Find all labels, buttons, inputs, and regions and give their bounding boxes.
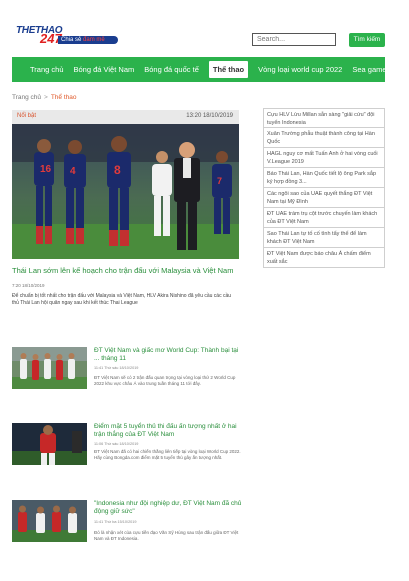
sidebar-news-item[interactable]: Báo Thái Lan, Hàn Quốc tiết lộ ông Park … xyxy=(263,168,385,188)
nav-item-vietnam-football[interactable]: Bóng đá Việt Nam xyxy=(74,57,135,82)
breadcrumb: Trang chủ > Thể thao xyxy=(12,94,77,101)
article-title[interactable]: "Indonesia như đội nghiệp dư, ĐT Việt Na… xyxy=(94,500,244,516)
article-date: 11:06 Thứ sáu 18/10/2019 xyxy=(94,442,139,446)
nav-item-home[interactable]: Trang chủ xyxy=(30,57,64,82)
nav-item-sports[interactable]: Thể thao xyxy=(208,61,249,78)
sidebar-news-item[interactable]: ĐT UAE trám trụ cột trước chuyến làm khá… xyxy=(263,208,385,228)
logo-tagline: Chia sẻ đam mê xyxy=(61,36,105,44)
article-list-item: "Indonesia như đội nghiệp dư, ĐT Việt Na… xyxy=(12,500,242,544)
search-input[interactable] xyxy=(252,33,336,46)
sidebar-news-item[interactable]: Các ngôi sao của UAE quyết thắng ĐT Việt… xyxy=(263,188,385,208)
featured-header-bar: Nổi bật 13:20 18/10/2019 xyxy=(12,110,239,124)
sidebar-news-item[interactable]: Cựu HLV Lừu Millan sẵn sàng "giải cứu" đ… xyxy=(263,108,385,128)
breadcrumb-home[interactable]: Trang chủ xyxy=(12,94,41,101)
article-date: 11:41 Thứ ba 15/10/2019 xyxy=(94,520,137,524)
article-photo-illustration xyxy=(12,347,87,389)
search-button[interactable]: Tìm kiếm xyxy=(349,33,385,47)
article-description: ĐT Việt Nam sẽ có 2 trận đấu quan trọng … xyxy=(94,375,236,386)
logo-tagline-b: đam mê xyxy=(83,37,105,43)
nav-item-international-football[interactable]: Bóng đá quốc tế xyxy=(144,57,199,82)
article-thumbnail[interactable] xyxy=(12,347,87,389)
site-header: THETHAO 247 Chia sẻ đam mê Tìm kiếm xyxy=(0,0,409,56)
nav-item-sea-games[interactable]: Sea games 30 xyxy=(352,57,400,82)
article-list-item: ĐT Việt Nam và giấc mơ World Cup: Thành … xyxy=(12,347,242,391)
sidebar-news-item[interactable]: HAGL nguy cơ mất Tuấn Anh ở hai vòng cuố… xyxy=(263,148,385,168)
article-thumbnail[interactable] xyxy=(12,423,87,465)
article-photo-illustration xyxy=(12,500,87,542)
featured-timestamp: 13:20 18/10/2019 xyxy=(186,113,233,119)
breadcrumb-current[interactable]: Thể thao xyxy=(51,94,77,101)
featured-badge: Nổi bật xyxy=(17,113,37,119)
article-photo-illustration xyxy=(12,423,87,465)
player-number-16: 16 xyxy=(40,164,52,175)
article-title[interactable]: Điểm mặt 5 tuyển thủ thi đấu ấn tượng nh… xyxy=(94,423,244,439)
featured-image[interactable]: 16 4 8 7 xyxy=(12,124,239,259)
player-number-4: 4 xyxy=(70,166,76,177)
site-logo[interactable]: THETHAO 247 Chia sẻ đam mê xyxy=(14,25,124,47)
player-number-7: 7 xyxy=(217,176,222,186)
featured-photo-illustration: 16 4 8 7 xyxy=(12,124,239,259)
article-thumbnail[interactable] xyxy=(12,500,87,542)
sidebar-news-item[interactable]: Sao Thái Lan tự tố cố tình tẩy thể để là… xyxy=(263,228,385,248)
featured-date: 7:20 18/10/2019 xyxy=(12,283,45,288)
article-list-item: Điểm mặt 5 tuyển thủ thi đấu ấn tượng nh… xyxy=(12,423,242,467)
featured-description: Để chuẩn bị tốt nhất cho trận đấu với Ma… xyxy=(12,293,232,306)
featured-title[interactable]: Thái Lan sớm lên kế hoạch cho trận đấu v… xyxy=(12,266,239,276)
main-nav: Trang chủ Bóng đá Việt Nam Bóng đá quốc … xyxy=(12,57,401,82)
sidebar-news-list: Cựu HLV Lừu Millan sẵn sàng "giải cứu" đ… xyxy=(263,108,385,268)
article-date: 11:41 Thứ sáu 18/10/2019 xyxy=(94,366,139,370)
player-number-8: 8 xyxy=(114,163,121,177)
article-title[interactable]: ĐT Việt Nam và giấc mơ World Cup: Thành … xyxy=(94,347,244,363)
logo-tagline-a: Chia sẻ xyxy=(61,37,84,43)
article-description: ĐT Việt Nam đã có hai chiến thắng liên t… xyxy=(94,449,241,460)
breadcrumb-separator: > xyxy=(44,94,48,101)
article-description: Đó là nhận xét của cựu tiền đạo Văn Sỹ H… xyxy=(94,530,239,541)
sidebar-news-item[interactable]: Xuân Trường phẫu thuật thành công tại Hà… xyxy=(263,128,385,148)
nav-item-world-cup-qualifiers[interactable]: Vòng loại world cup 2022 xyxy=(258,57,342,82)
sidebar-news-item[interactable]: ĐT Việt Nam được báo châu Á chấm điểm xu… xyxy=(263,248,385,268)
